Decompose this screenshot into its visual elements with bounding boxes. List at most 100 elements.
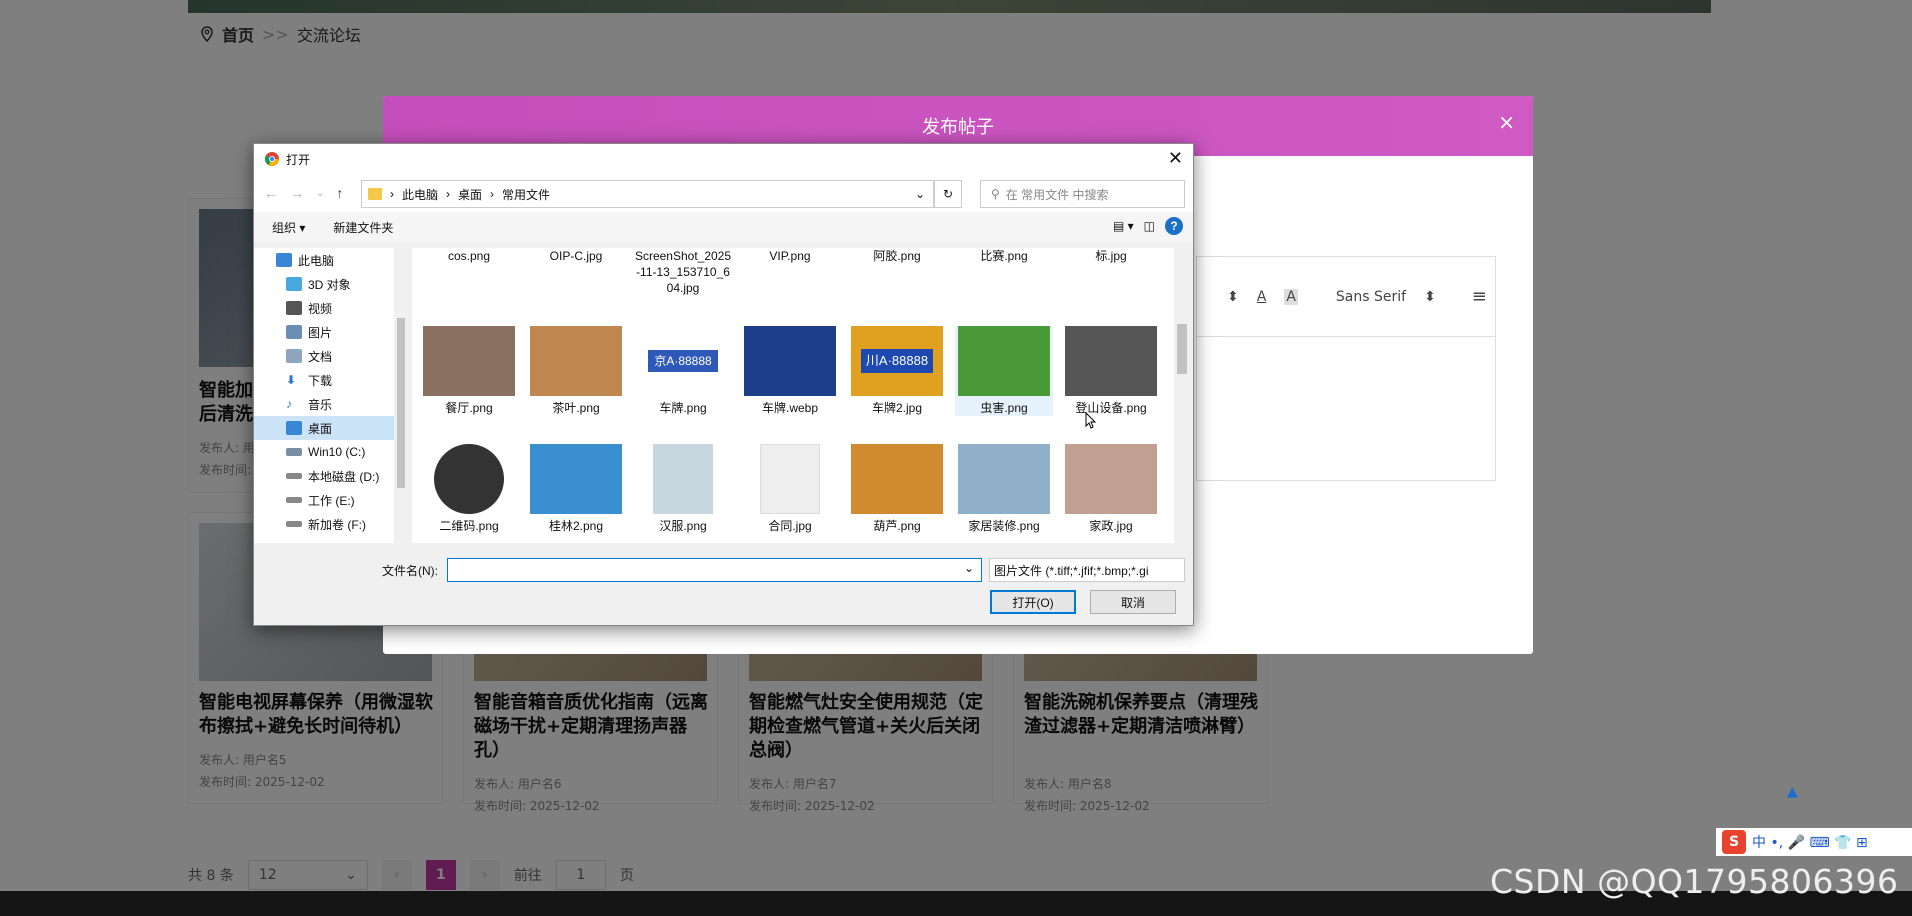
ime-items[interactable]: 中 •, 🎤 ⌨ 👕 ⊞ — [1752, 832, 1868, 852]
sogou-logo-icon[interactable]: S — [1722, 830, 1746, 854]
file-item[interactable]: 家居装修.png — [955, 444, 1053, 534]
plate-text: 川A·88888 — [860, 349, 934, 373]
scrollbar-thumb[interactable] — [1177, 324, 1187, 374]
file-name: 葫芦.png — [873, 519, 921, 533]
file-item[interactable]: 茶叶.png — [527, 326, 625, 416]
file-item[interactable]: 虫害.png — [955, 326, 1053, 416]
tree-item[interactable]: Win10 (C:) — [254, 440, 394, 464]
documents-icon — [286, 349, 302, 363]
header-select-arrows-icon[interactable]: ⬍ — [1227, 289, 1239, 305]
tree-item-label: 视频 — [308, 301, 333, 316]
dialog-close-icon[interactable]: ✕ — [1168, 148, 1183, 169]
file-item[interactable]: 比赛.png — [955, 248, 1053, 264]
tree-item[interactable]: ⬇ 下载 — [254, 368, 394, 392]
file-item[interactable]: 二维码.png — [420, 444, 518, 534]
dialog-toolbar: 组织 ▾ 新建文件夹 ▤ ▾ ◫ ? — [254, 212, 1193, 242]
tree-item[interactable]: 文档 — [254, 344, 394, 368]
tree-item[interactable]: 此电脑 — [254, 248, 394, 272]
up-arrow-icon[interactable]: ↑ — [336, 185, 343, 201]
chevron-right-icon: › — [490, 187, 495, 201]
organize-menu[interactable]: 组织 ▾ — [272, 219, 305, 236]
chevron-right-icon: › — [446, 187, 451, 201]
tree-item[interactable]: 本地磁盘 (D:) — [254, 464, 394, 488]
chevron-down-icon[interactable]: ⌄ — [915, 187, 925, 201]
file-item[interactable]: 登山设备.png — [1062, 326, 1160, 416]
tree-item[interactable]: ♪ 音乐 — [254, 392, 394, 416]
drive-icon — [286, 473, 302, 479]
preview-pane-icon[interactable]: ◫ — [1144, 219, 1155, 233]
help-icon[interactable]: ? — [1165, 217, 1183, 235]
view-options-icon[interactable]: ▤ ▾ — [1113, 219, 1134, 233]
scrollbar-thumb[interactable] — [397, 318, 405, 488]
file-item[interactable]: 标.jpg — [1062, 248, 1160, 264]
file-item[interactable]: 葫芦.png — [848, 444, 946, 534]
background-color-icon[interactable]: A — [1284, 288, 1298, 305]
view-controls: ▤ ▾ ◫ ? — [1113, 217, 1183, 235]
file-item[interactable]: OIP-C.jpg — [527, 248, 625, 264]
file-item[interactable]: 川A·88888 车牌2.jpg — [848, 326, 946, 416]
file-grid: cos.png OIP-C.jpg ScreenShot_2025-11-13_… — [412, 248, 1174, 543]
file-item[interactable]: 合同.jpg — [741, 444, 839, 534]
tree-item[interactable]: 3D 对象 — [254, 272, 394, 296]
back-arrow-icon[interactable]: ← — [264, 185, 278, 201]
image-thumbnail — [1065, 326, 1157, 396]
pictures-icon — [286, 325, 302, 339]
recent-dropdown-icon[interactable]: ⌄ — [316, 188, 324, 199]
address-bar[interactable]: › 此电脑 › 桌面 › 常用文件 ⌄ — [361, 180, 934, 208]
file-item[interactable]: 车牌.webp — [741, 326, 839, 416]
image-thumbnail — [530, 326, 622, 396]
forward-arrow-icon[interactable]: → — [290, 185, 304, 201]
tree-item[interactable]: 视频 — [254, 296, 394, 320]
tree-item-label: 本地磁盘 (D:) — [308, 469, 380, 484]
rich-text-editor[interactable]: ⬍ A A Sans Serif ⬍ ≡ — [1196, 256, 1496, 481]
tree-scrollbar[interactable] — [394, 248, 408, 543]
music-icon: ♪ — [286, 397, 292, 411]
path-segment-folder[interactable]: 常用文件 — [502, 186, 550, 203]
path-segment-pc[interactable]: 此电脑 — [402, 186, 438, 203]
modal-close-icon[interactable]: × — [1498, 110, 1515, 134]
editor-toolbar: ⬍ A A Sans Serif ⬍ ≡ — [1197, 257, 1495, 337]
image-thumbnail — [423, 326, 515, 396]
file-item[interactable]: ScreenShot_2025-11-13_153710_604.jpg — [634, 248, 732, 296]
cancel-button[interactable]: 取消 — [1090, 590, 1176, 614]
file-item[interactable]: VIP.png — [741, 248, 839, 264]
file-item[interactable]: cos.png — [420, 248, 518, 264]
open-button[interactable]: 打开(O) — [990, 590, 1076, 614]
tree-item[interactable]: 图片 — [254, 320, 394, 344]
file-item[interactable]: 阿胶.png — [848, 248, 946, 264]
file-open-dialog: 打开 ✕ ← → ⌄ ↑ › 此电脑 › 桌面 › 常用文件 ⌄ ↻ ⚲ 在 常… — [253, 143, 1194, 626]
address-row: ← → ⌄ ↑ › 此电脑 › 桌面 › 常用文件 ⌄ ↻ ⚲ 在 常用文件 中… — [254, 174, 1193, 212]
refresh-icon: ↻ — [942, 187, 954, 201]
tree-item[interactable]: 新加卷 (F:) — [254, 512, 394, 536]
tree-item-label: 下载 — [308, 373, 333, 388]
file-scrollbar[interactable] — [1174, 248, 1190, 543]
file-item[interactable]: 桂林2.png — [527, 444, 625, 534]
chevron-down-icon[interactable]: ⌄ — [964, 561, 974, 575]
filename-input[interactable] — [447, 558, 982, 582]
search-box[interactable]: ⚲ 在 常用文件 中搜索 — [980, 180, 1185, 208]
video-icon — [286, 301, 302, 315]
tree-item-label: 图片 — [308, 325, 333, 340]
file-item[interactable]: 汉服.png — [634, 444, 732, 534]
file-item[interactable]: 餐厅.png — [420, 326, 518, 416]
file-name: 桂林2.png — [548, 519, 604, 533]
watermark: CSDN @QQ1795806396 — [1490, 862, 1899, 901]
drive-icon — [286, 448, 302, 456]
refresh-button[interactable]: ↻ — [934, 180, 962, 208]
file-name: 虫害.png — [980, 401, 1028, 415]
file-item[interactable]: 京A·88888 车牌.png — [634, 326, 732, 416]
dialog-title: 打开 — [286, 152, 311, 167]
tree-item[interactable]: 桌面 — [254, 416, 394, 440]
font-select-arrows-icon[interactable]: ⬍ — [1424, 289, 1436, 305]
path-segment-desktop[interactable]: 桌面 — [458, 186, 482, 203]
filetype-select[interactable]: 图片文件 (*.tiff;*.jfif;*.bmp;*.gi — [989, 558, 1185, 582]
drive-icon — [286, 497, 302, 503]
align-left-icon[interactable]: ≡ — [1472, 286, 1487, 307]
file-item[interactable]: 家政.jpg — [1062, 444, 1160, 534]
new-folder-button[interactable]: 新建文件夹 — [333, 219, 393, 236]
tree-item[interactable]: 工作 (E:) — [254, 488, 394, 512]
file-name: 阿胶.png — [873, 249, 921, 263]
font-select[interactable]: Sans Serif — [1336, 289, 1406, 305]
back-to-top-icon[interactable]: ▲ — [1787, 784, 1803, 800]
font-color-icon[interactable]: A — [1257, 289, 1267, 305]
